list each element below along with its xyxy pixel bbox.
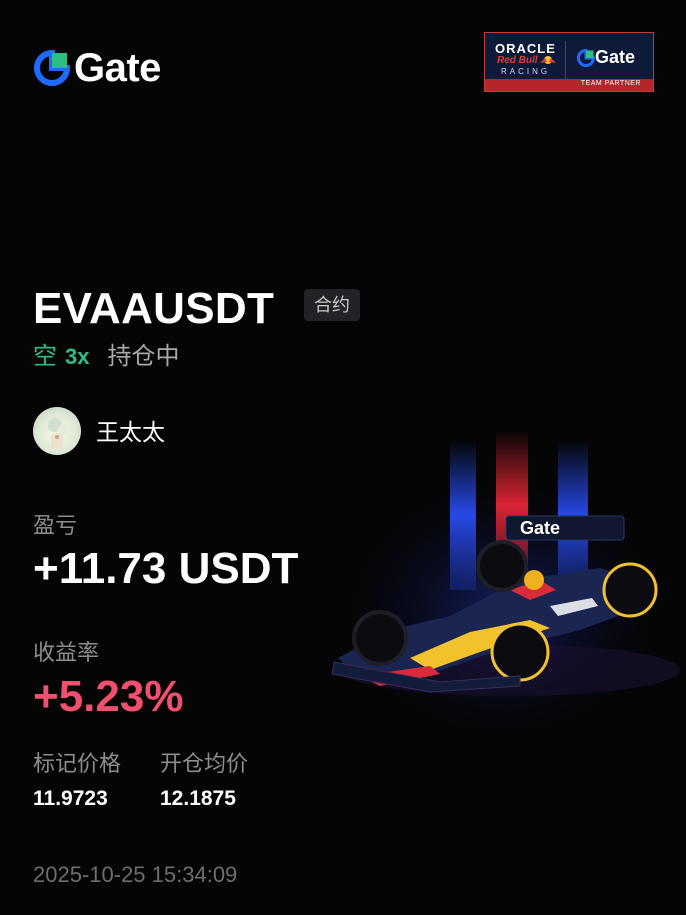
timestamp: 2025-10-25 15:34:09: [33, 862, 238, 887]
mark-price-value: 11.9723: [33, 787, 108, 810]
roi-value: +5.23%: [33, 672, 184, 721]
entry-price-value: 12.1875: [160, 787, 236, 810]
badge-gate-logo: Gate: [577, 47, 635, 68]
redbull-bulls-icon: [540, 56, 556, 64]
username: 王太太: [96, 419, 165, 445]
racing-text: RACING: [501, 67, 551, 76]
badge-divider: [565, 41, 566, 79]
pnl-label: 盈亏: [33, 513, 78, 538]
f1-race-car-icon: Gate: [320, 430, 686, 730]
gate-logo-icon: [577, 48, 595, 67]
avatar: [33, 407, 81, 455]
pnl-value: +11.73 USDT: [33, 544, 299, 593]
team-partner-text: TEAM PARTNER: [580, 80, 641, 87]
position-info: 空 3x 持仓中: [33, 342, 179, 372]
mark-price-label: 标记价格: [33, 751, 122, 776]
roi-label: 收益率: [33, 640, 100, 665]
gate-logo-icon: [34, 50, 70, 86]
position-side: 空: [33, 343, 57, 370]
contract-type-tag: 合约: [304, 289, 360, 321]
entry-price-label: 开仓均价: [160, 751, 249, 776]
gate-logo: Gate: [34, 48, 161, 88]
team-partner-strip: TEAM PARTNER: [485, 79, 653, 91]
contract-symbol: EVAAUSDT: [33, 284, 275, 333]
team-partner-badge: ORACLE Red Bull RACING Gate TEAM PARTNER: [484, 32, 654, 92]
logo-text: Gate: [74, 46, 161, 90]
leverage: 3x: [65, 344, 90, 369]
badge-gate-text: Gate: [595, 47, 636, 67]
redbull-text: Red Bull: [497, 55, 538, 66]
svg-text:Gate: Gate: [520, 518, 560, 538]
position-status: 持仓中: [107, 343, 180, 370]
avatar-image: [48, 418, 68, 449]
